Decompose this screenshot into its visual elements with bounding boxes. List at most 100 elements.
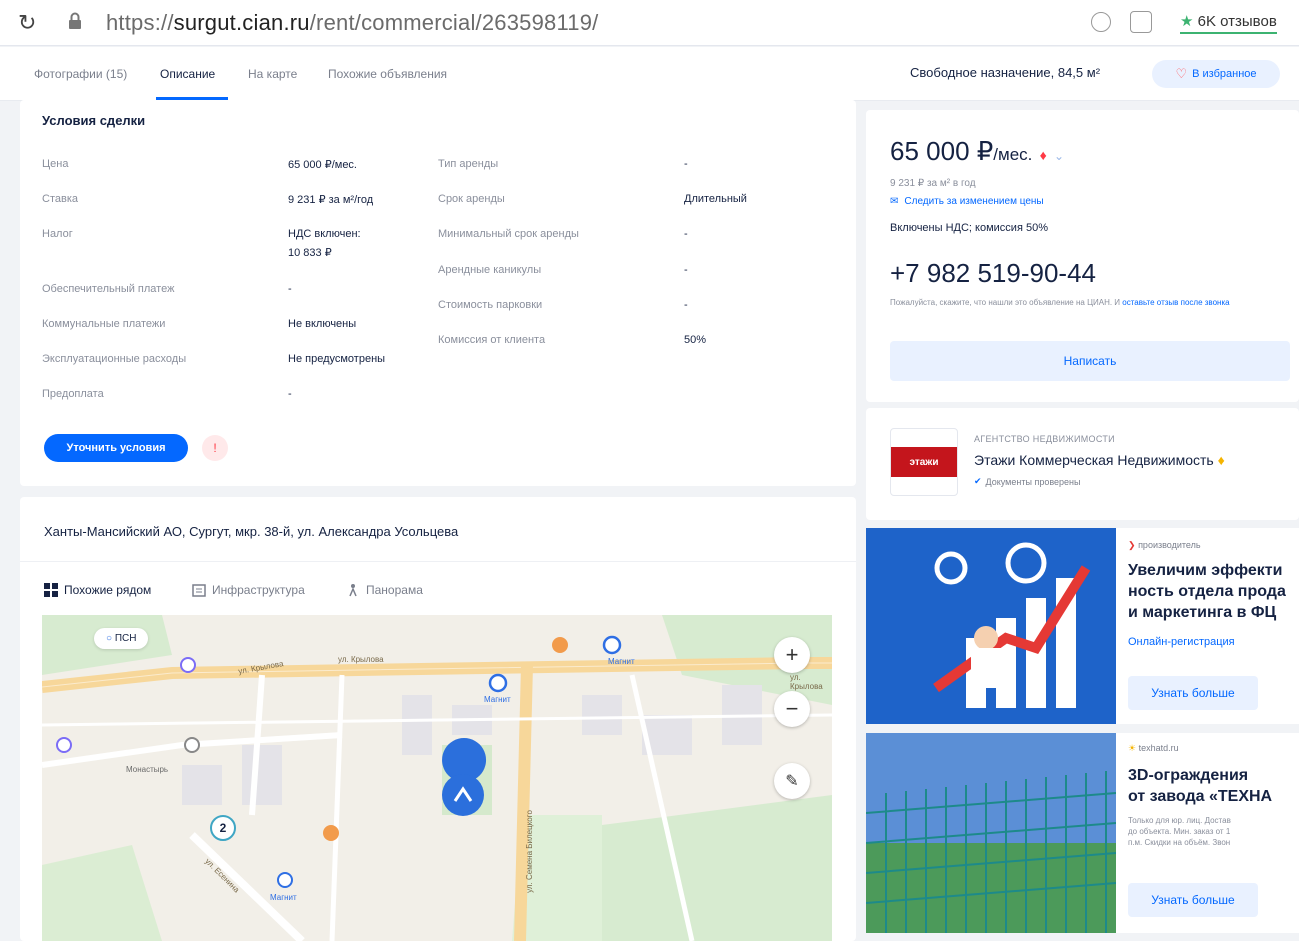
term-label: Минимальный срок аренды [438, 228, 579, 240]
tab-label: Похожие рядом [64, 583, 152, 597]
ad-title-line: ность отдела прода [1128, 583, 1286, 600]
price-per-sqm: 9 231 ₽ за м² в год [890, 178, 976, 189]
term-value: НДС включен: [288, 228, 361, 240]
reload-icon[interactable]: ↻ [18, 10, 36, 36]
extension-icon[interactable] [1130, 11, 1152, 33]
agency-card[interactable]: этажи АГЕНТСТВО НЕДВИЖИМОСТИ Этажи Комме… [866, 408, 1299, 520]
zoom-in-button[interactable]: + [774, 637, 810, 673]
agency-logo-text: этажи [891, 447, 957, 477]
term-value: 9 231 ₽ за м²/год [288, 194, 374, 206]
ad-banner[interactable]: ☀ texhatd.ru 3D-ограждения от завода «ТЕ… [866, 733, 1299, 933]
term-value: - [684, 299, 688, 311]
term-value: - [684, 158, 688, 170]
tab-similar-nearby[interactable]: Похожие рядом [44, 583, 151, 597]
reviews-badge[interactable]: ★ 6K отзывов [1180, 12, 1277, 34]
term-value: 50% [684, 334, 707, 346]
deal-terms-title: Условия сделки [42, 113, 146, 128]
circle-icon: ○ [106, 633, 113, 644]
street-label: ул. Семена Билецкого [524, 810, 534, 893]
location-card: Ханты-Мансийский АО, Сургут, мкр. 38-й, … [20, 497, 856, 941]
phone-number[interactable]: +7 982 519-90-44 [890, 258, 1096, 289]
psn-label: ПСН [114, 633, 137, 644]
psn-filter-chip[interactable]: ○ ПСН [94, 628, 149, 649]
term-label: Арендные каникулы [438, 264, 542, 276]
ad-description: Только для юр. лиц. Достав до объекта. М… [1128, 816, 1231, 847]
map-view[interactable]: ○ ПСН ул. Крылова ул. Крылова ул. Крылов… [42, 615, 832, 941]
ad-source: ☀ texhatd.ru [1128, 743, 1179, 753]
tab-map[interactable]: На карте [248, 67, 297, 81]
ad-learn-more-button[interactable]: Узнать больше [1128, 676, 1258, 710]
write-message-button[interactable]: Написать [890, 341, 1290, 381]
ad-image [866, 733, 1116, 933]
sun-icon: ☀ [1128, 743, 1137, 753]
lock-icon [69, 12, 81, 29]
ad-image [866, 528, 1116, 724]
arrow-icon: ❯ [1128, 540, 1136, 550]
cluster-marker[interactable]: 2 [210, 815, 236, 841]
term-label: Тип аренды [438, 158, 499, 170]
street-label: ул. Крылова [338, 655, 384, 664]
favorite-button[interactable]: ♡ В избранное [1152, 60, 1280, 88]
term-label: Обеспечительный платеж [42, 283, 175, 295]
poi-label: Магнит [484, 695, 511, 704]
price-change-icon: ♦ [1039, 147, 1047, 163]
zoom-out-button[interactable]: − [774, 691, 810, 727]
building-icon [192, 584, 206, 597]
ruler-icon[interactable]: ✎ [774, 763, 810, 799]
track-price-link[interactable]: ✉ Следить за изменением цены [890, 196, 1044, 207]
term-label: Коммунальные платежи [42, 318, 166, 330]
vat-info: Включены НДС; комиссия 50% [890, 222, 1048, 234]
clarify-terms-button[interactable]: Уточнить условия [44, 434, 188, 462]
grid-icon [44, 583, 58, 597]
ad-title-line: Увеличим эффекти [1128, 562, 1283, 579]
agency-name[interactable]: Этажи Коммерческая Недвижимость ♦ [974, 452, 1225, 468]
ad-link[interactable]: Онлайн-регистрация [1128, 636, 1235, 648]
tab-infrastructure[interactable]: Инфраструктура [192, 583, 305, 597]
price-card: 65 000 ₽/мес. ♦ ⌄ 9 231 ₽ за м² в год ✉ С… [866, 110, 1299, 402]
term-label: Срок аренды [438, 193, 505, 205]
listing-purpose: Свободное назначение, 84,5 м² [910, 65, 1101, 80]
deal-terms-card: Условия сделки Цена 65 000 ₽/мес. Ставка… [20, 100, 856, 486]
report-icon[interactable]: ! [202, 435, 228, 461]
ad-banner[interactable]: ❯ производитель Увеличим эффекти ность о… [866, 528, 1299, 724]
term-label: Налог [42, 228, 73, 240]
tab-similar[interactable]: Похожие объявления [328, 67, 447, 81]
address-text: Ханты-Мансийский АО, Сургут, мкр. 38-й, … [44, 524, 459, 539]
tab-panorama[interactable]: Панорама [346, 583, 423, 597]
agency-logo[interactable]: этажи [890, 428, 958, 496]
tab-description[interactable]: Описание [160, 67, 215, 81]
term-value: - [684, 228, 688, 240]
chevron-down-icon[interactable]: ⌄ [1054, 149, 1064, 163]
ad-title-line: и маркетинга в ФЦ [1128, 604, 1277, 621]
term-label: Цена [42, 158, 69, 170]
review-link[interactable]: оставьте отзыв после звонка [1122, 298, 1229, 307]
term-value: - [684, 264, 688, 276]
docs-verified: ✔ Документы проверены [974, 476, 1081, 487]
mail-icon: ✉ [890, 196, 899, 207]
check-icon: ✔ [974, 476, 982, 486]
price-value: 65 000 ₽/мес. ♦ ⌄ [890, 136, 1065, 166]
tab-label: Панорама [366, 583, 423, 597]
ad-learn-more-button[interactable]: Узнать больше [1128, 883, 1258, 917]
browser-address-bar: ↻ https://surgut.cian.ru/rent/commercial… [0, 0, 1299, 46]
star-icon: ★ [1180, 13, 1194, 30]
ad-title-line: 3D-ограждения [1128, 767, 1249, 784]
phone-note: Пожалуйста, скажите, что нашли это объяв… [890, 298, 1230, 307]
url-field[interactable]: https://surgut.cian.ru/rent/commercial/2… [106, 10, 598, 36]
term-value: - [288, 388, 292, 400]
person-icon [349, 584, 357, 597]
term-label: Предоплата [42, 388, 104, 400]
tab-photos[interactable]: Фотографии (15) [34, 67, 127, 81]
term-label: Стоимость парковки [438, 299, 543, 311]
map-canvas [42, 615, 832, 941]
term-value: Не предусмотрены [288, 353, 386, 365]
translate-icon[interactable] [1091, 12, 1111, 32]
divider [20, 561, 856, 562]
heart-icon: ♡ [1175, 66, 1188, 81]
agency-type: АГЕНТСТВО НЕДВИЖИМОСТИ [974, 434, 1115, 444]
term-value: - [288, 283, 292, 295]
term-label: Комиссия от клиента [438, 334, 546, 346]
shield-icon: ♦ [1217, 452, 1225, 468]
term-value-tax-amount: 10 833 ₽ [288, 247, 332, 259]
term-value: Не включены [288, 318, 357, 330]
